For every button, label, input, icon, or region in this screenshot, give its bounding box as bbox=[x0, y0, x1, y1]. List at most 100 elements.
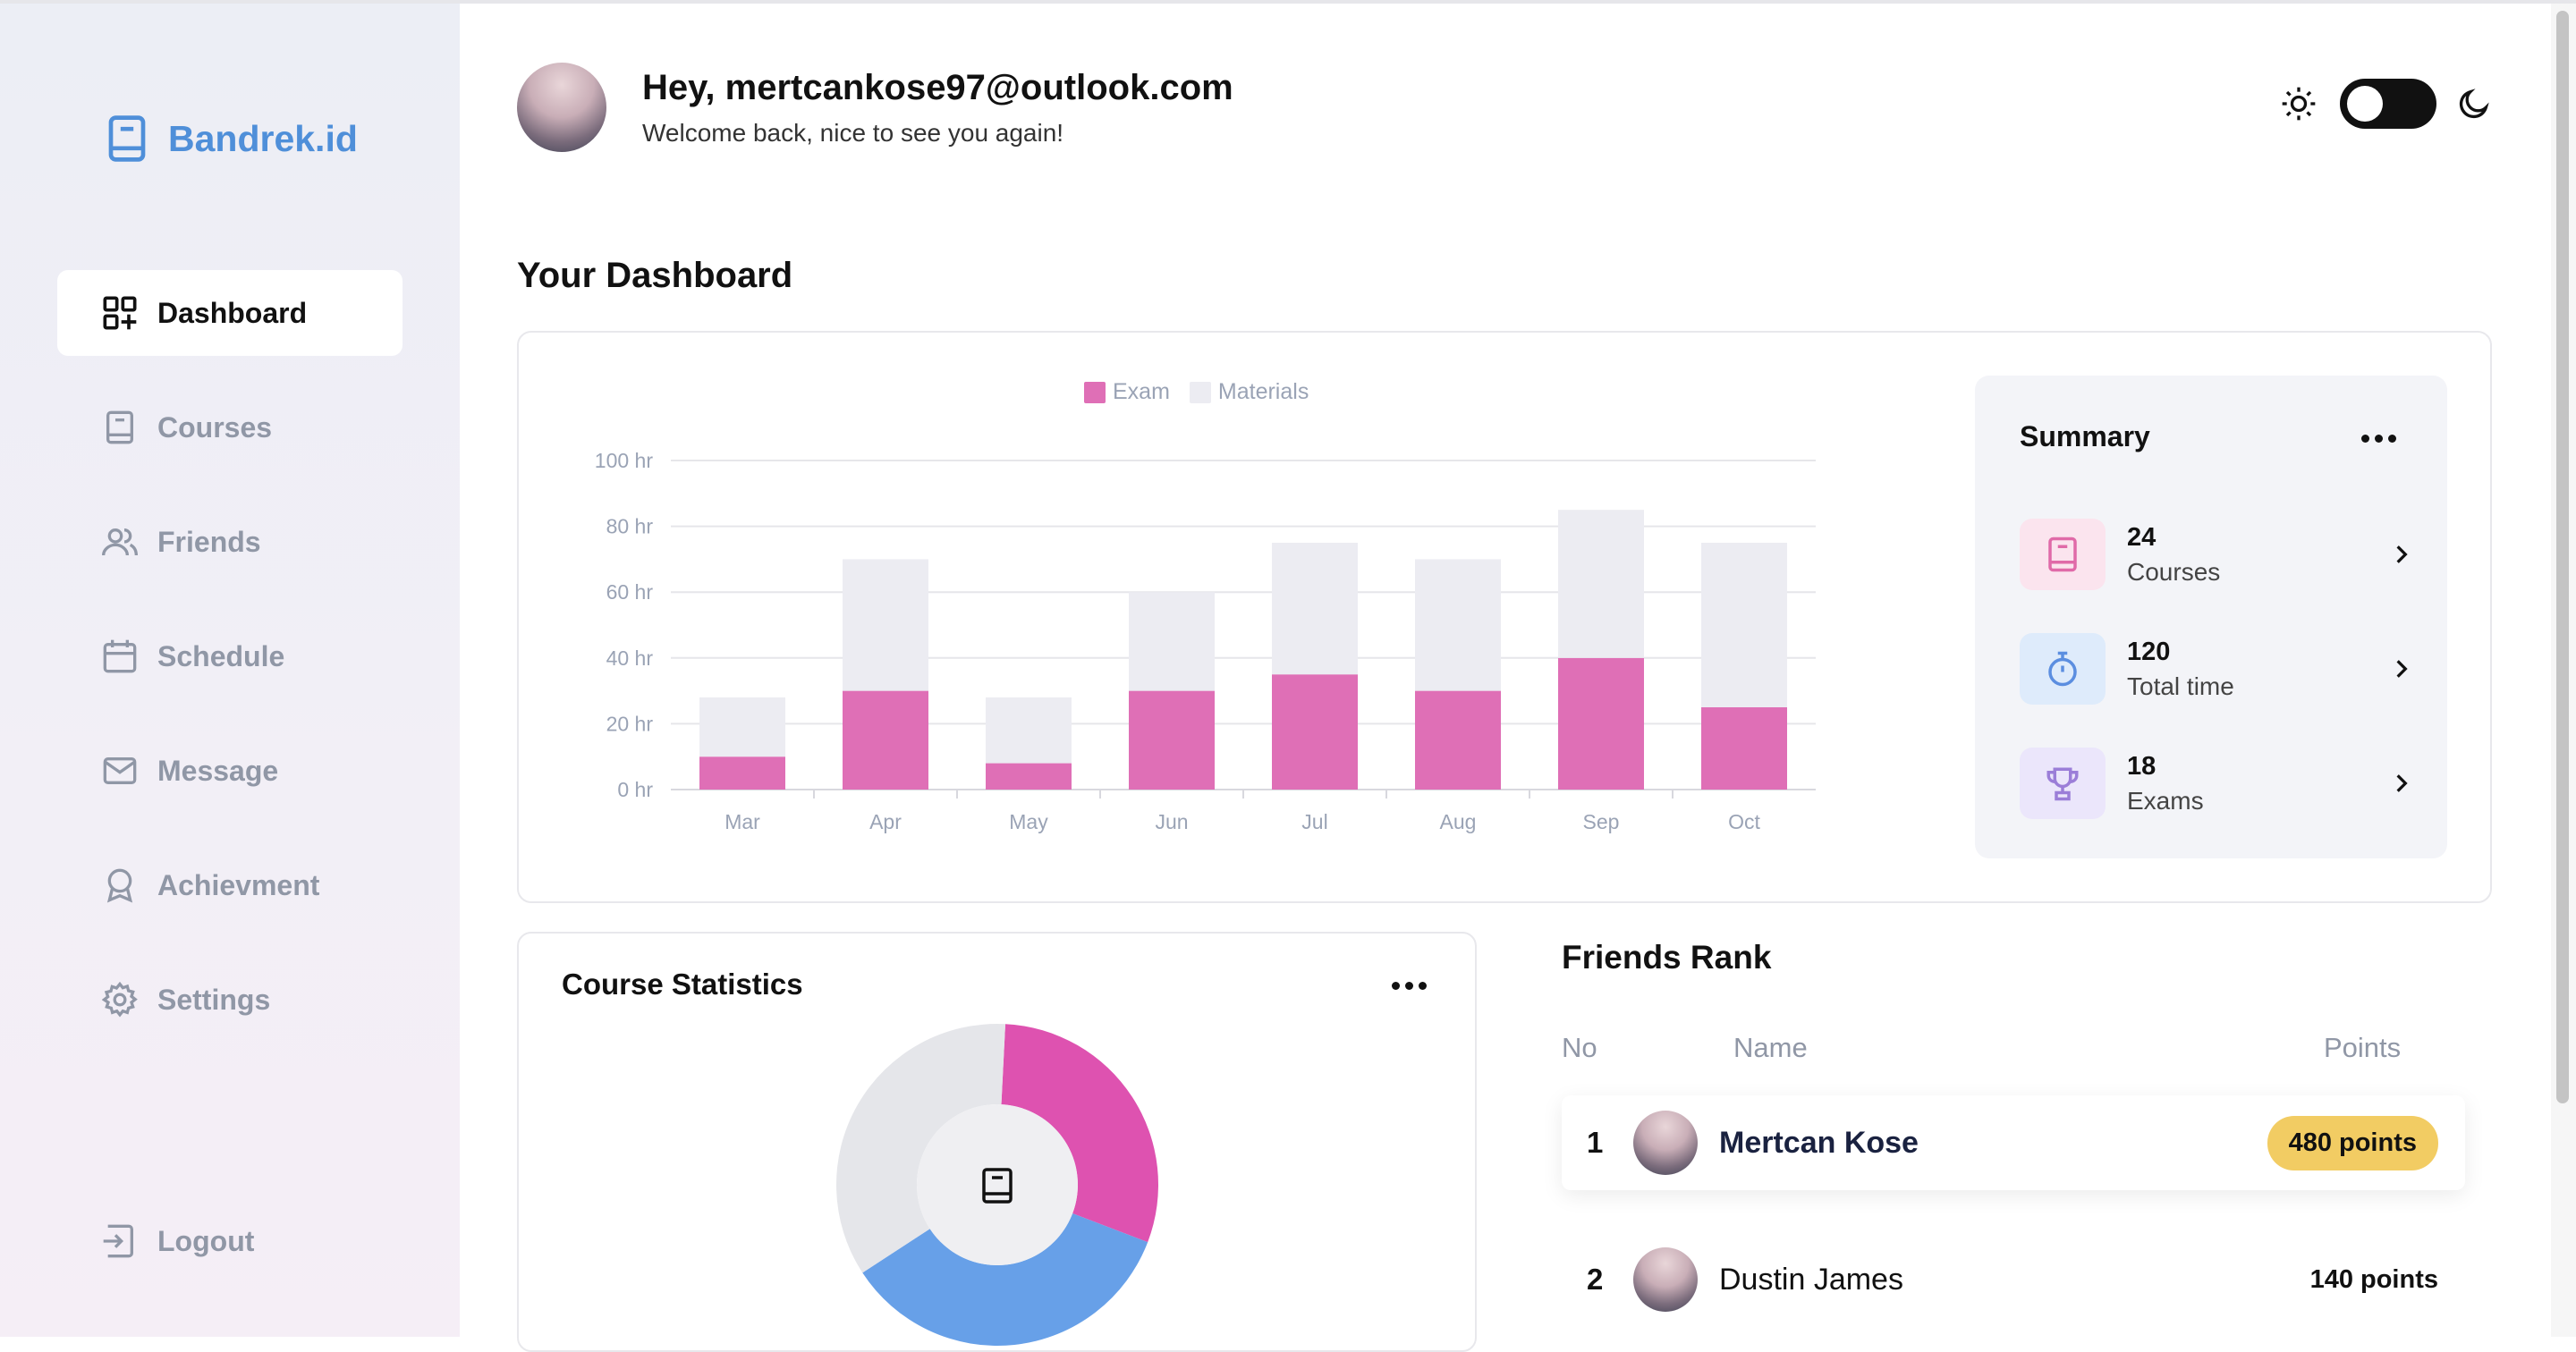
summary-value: 24 bbox=[2127, 522, 2157, 552]
book-logo-icon bbox=[108, 115, 146, 162]
y-tick-label: 80 hr bbox=[606, 515, 654, 538]
book-icon bbox=[2048, 537, 2077, 572]
bar-exam bbox=[1558, 657, 1644, 790]
stopwatch-icon bbox=[2048, 651, 2077, 687]
legend-item-exam[interactable]: Exam bbox=[1084, 379, 1170, 405]
sidebar-item-courses[interactable]: Courses bbox=[57, 384, 402, 470]
summary-icon-bg bbox=[2020, 633, 2106, 705]
column-header-name: Name bbox=[1733, 1032, 1808, 1063]
welcome-subtitle: Welcome back, nice to see you again! bbox=[642, 119, 1064, 147]
y-tick-label: 60 hr bbox=[606, 580, 654, 604]
summary-item-courses[interactable]: 24 Courses bbox=[2020, 510, 2413, 599]
toggle-knob bbox=[2347, 86, 2383, 122]
bar-materials bbox=[1129, 592, 1215, 691]
y-tick-label: 40 hr bbox=[606, 646, 654, 670]
sidebar-item-message[interactable]: Message bbox=[57, 728, 402, 814]
rank-number: 1 bbox=[1587, 1126, 1604, 1159]
summary-item-total-time[interactable]: 120 Total time bbox=[2020, 624, 2413, 714]
y-tick-label: 20 hr bbox=[606, 712, 654, 735]
trophy-icon bbox=[2046, 767, 2079, 801]
friend-name: Dustin James bbox=[1719, 1262, 1903, 1297]
y-tick-label: 100 hr bbox=[595, 449, 654, 472]
bar-exam bbox=[1129, 690, 1215, 790]
brand-logo[interactable]: Bandrek.id bbox=[107, 114, 358, 163]
sidebar-item-achievment[interactable]: Achievment bbox=[57, 842, 402, 928]
theme-toggle[interactable] bbox=[2340, 79, 2436, 129]
course-donut-chart bbox=[836, 1024, 1158, 1346]
friend-avatar bbox=[1633, 1247, 1698, 1312]
sidebar-item-label: Achievment bbox=[157, 868, 320, 901]
points-value: 140 points bbox=[2309, 1264, 2438, 1294]
summary-label: Courses bbox=[2127, 557, 2221, 586]
brand-name: Bandrek.id bbox=[168, 117, 358, 159]
summary-panel: Summary 24 Courses 120 Total time 18 Exa… bbox=[1975, 376, 2447, 858]
sun-icon bbox=[2282, 87, 2316, 121]
x-tick-label: Jun bbox=[1155, 810, 1188, 833]
summary-item-exams[interactable]: 18 Exams bbox=[2020, 739, 2413, 828]
mail-icon bbox=[103, 757, 137, 784]
bar-materials bbox=[843, 559, 928, 691]
users-icon bbox=[102, 528, 138, 556]
bar-exam bbox=[1272, 674, 1358, 790]
greeting: Hey, mertcankose97@outlook.com bbox=[642, 68, 1233, 107]
friend-avatar bbox=[1633, 1111, 1698, 1175]
chevron-right-icon bbox=[2396, 774, 2408, 792]
legend-label: Materials bbox=[1217, 379, 1309, 404]
x-tick-label: Sep bbox=[1583, 810, 1620, 833]
logout-label: Logout bbox=[157, 1224, 255, 1257]
stacked-bar-chart: 0 hr 20 hr 40 hr 60 hr 80 hr 100 hr Mar Apr May J… bbox=[595, 449, 1816, 833]
summary-icon-bg bbox=[2020, 519, 2106, 590]
sidebar-item-label: Dashboard bbox=[157, 296, 308, 329]
logout-icon bbox=[103, 1224, 133, 1258]
bar-materials bbox=[1701, 543, 1787, 707]
course-statistics-title: Course Statistics bbox=[562, 968, 803, 1001]
bar-exam bbox=[986, 763, 1072, 790]
rank-row[interactable]: 1 Mertcan Kose 480 points bbox=[1562, 1095, 2465, 1190]
sidebar-item-label: Settings bbox=[157, 983, 271, 1016]
summary-value: 18 bbox=[2127, 751, 2157, 781]
legend-item-materials[interactable]: Materials bbox=[1189, 379, 1309, 405]
rank-number: 2 bbox=[1587, 1263, 1604, 1296]
sidebar-item-label: Courses bbox=[157, 410, 273, 444]
x-tick-label: Jul bbox=[1301, 810, 1327, 833]
page-scrollbar[interactable] bbox=[2551, 4, 2576, 1337]
bar-exam bbox=[699, 756, 785, 790]
sidebar-item-schedule[interactable]: Schedule bbox=[57, 613, 402, 699]
summary-more-button[interactable] bbox=[2361, 435, 2396, 443]
summary-label: Total time bbox=[2127, 672, 2234, 700]
award-icon bbox=[106, 868, 133, 903]
user-avatar[interactable] bbox=[517, 63, 606, 152]
gear-icon bbox=[102, 982, 138, 1018]
x-tick-label: Aug bbox=[1440, 810, 1477, 833]
bar-materials bbox=[1272, 543, 1358, 675]
column-header-no: No bbox=[1562, 1032, 1597, 1063]
logout-button[interactable]: Logout bbox=[57, 1198, 402, 1284]
sidebar-item-dashboard[interactable]: Dashboard bbox=[57, 270, 402, 356]
scrollbar-thumb[interactable] bbox=[2556, 11, 2569, 1103]
sidebar-item-friends[interactable]: Friends bbox=[57, 499, 402, 585]
bar-materials bbox=[699, 697, 785, 757]
friend-name: Mertcan Kose bbox=[1719, 1125, 1919, 1160]
x-tick-label: Mar bbox=[724, 810, 760, 833]
summary-value: 120 bbox=[2127, 637, 2171, 666]
moon-icon bbox=[2459, 89, 2489, 119]
sidebar-item-settings[interactable]: Settings bbox=[57, 957, 402, 1043]
bar-materials bbox=[1558, 510, 1644, 658]
legend-label: Exam bbox=[1113, 379, 1170, 404]
friends-rank-title: Friends Rank bbox=[1562, 939, 1772, 976]
book-icon bbox=[106, 410, 133, 444]
summary-label: Exams bbox=[2127, 786, 2204, 815]
course-statistics-more-button[interactable] bbox=[1392, 982, 1427, 990]
sidebar-item-label: Schedule bbox=[157, 639, 285, 672]
legend-swatch-exam bbox=[1084, 381, 1106, 403]
bar-exam bbox=[1415, 690, 1501, 790]
legend-swatch-materials bbox=[1189, 381, 1211, 403]
chevron-right-icon bbox=[2396, 545, 2408, 563]
summary-title: Summary bbox=[2020, 420, 2150, 452]
chart-legend: Exam Materials bbox=[1084, 379, 1328, 405]
calendar-icon bbox=[103, 639, 137, 673]
donut-center bbox=[917, 1104, 1078, 1265]
rank-row[interactable]: 2 Dustin James 140 points bbox=[1562, 1232, 2465, 1327]
x-tick-label: May bbox=[1009, 810, 1048, 833]
x-tick-label: Oct bbox=[1728, 810, 1760, 833]
